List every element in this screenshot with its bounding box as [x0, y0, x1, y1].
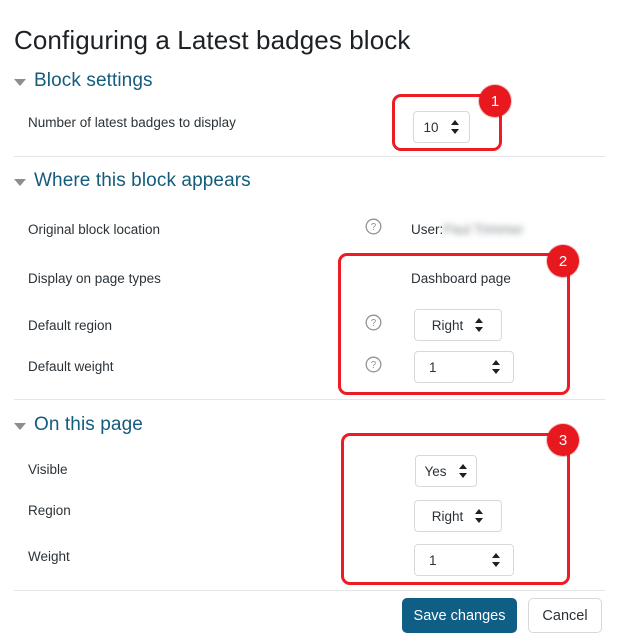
select-visible[interactable]: Yes: [415, 455, 477, 487]
cancel-button[interactable]: Cancel: [528, 598, 602, 633]
updown-arrow-icon: [475, 318, 484, 332]
caret-down-icon: [14, 423, 26, 430]
svg-text:?: ?: [371, 318, 377, 329]
block-config-page: Configuring a Latest badges block Block …: [0, 0, 619, 642]
label-default-weight: Default weight: [28, 359, 114, 374]
value-display-on-page-types: Dashboard page: [411, 271, 511, 286]
help-circle-icon[interactable]: ?: [365, 356, 382, 373]
svg-text:?: ?: [371, 222, 377, 233]
section-title-where-this-block-appears: Where this block appears: [34, 170, 251, 192]
section-header-block-settings[interactable]: Block settings: [14, 70, 153, 92]
updown-arrow-icon: [492, 553, 501, 567]
updown-arrow-icon: [451, 120, 460, 134]
label-display-on-page-types: Display on page types: [28, 271, 161, 286]
help-circle-icon[interactable]: ?: [365, 314, 382, 331]
callout-badge-2: 2: [547, 245, 579, 277]
label-default-region: Default region: [28, 318, 112, 333]
caret-down-icon: [14, 79, 26, 86]
value-original-block-location: User:Paul Trimmer: [411, 222, 524, 237]
page-title: Configuring a Latest badges block: [14, 25, 410, 56]
select-region[interactable]: Right: [414, 500, 502, 532]
original-block-location-username-redacted: Paul Trimmer: [443, 222, 523, 237]
divider: [14, 156, 605, 157]
select-number-of-latest-badges[interactable]: 10: [413, 111, 470, 143]
label-visible: Visible: [28, 462, 68, 477]
select-weight-value: 1: [429, 553, 437, 568]
original-block-location-prefix: User:: [411, 222, 443, 237]
divider: [14, 399, 605, 400]
updown-arrow-icon: [459, 464, 468, 478]
help-circle-icon[interactable]: ?: [365, 218, 382, 235]
select-visible-value: Yes: [424, 464, 446, 479]
svg-text:?: ?: [371, 360, 377, 371]
section-header-where-this-block-appears[interactable]: Where this block appears: [14, 170, 251, 192]
select-region-value: Right: [432, 509, 464, 524]
save-changes-button[interactable]: Save changes: [402, 598, 517, 633]
divider: [14, 590, 605, 591]
section-title-block-settings: Block settings: [34, 70, 153, 92]
caret-down-icon: [14, 179, 26, 186]
callout-badge-1: 1: [479, 85, 511, 117]
label-original-block-location: Original block location: [28, 222, 160, 237]
callout-badge-3: 3: [547, 424, 579, 456]
label-weight: Weight: [28, 549, 70, 564]
label-region: Region: [28, 503, 71, 518]
updown-arrow-icon: [475, 509, 484, 523]
select-number-of-latest-badges-value: 10: [423, 120, 438, 135]
select-default-region-value: Right: [432, 318, 464, 333]
select-weight[interactable]: 1: [414, 544, 514, 576]
section-title-on-this-page: On this page: [34, 414, 143, 436]
updown-arrow-icon: [492, 360, 501, 374]
select-default-weight-value: 1: [429, 360, 437, 375]
select-default-weight[interactable]: 1: [414, 351, 514, 383]
label-number-of-latest-badges: Number of latest badges to display: [28, 115, 236, 130]
section-header-on-this-page[interactable]: On this page: [14, 414, 143, 436]
select-default-region[interactable]: Right: [414, 309, 502, 341]
